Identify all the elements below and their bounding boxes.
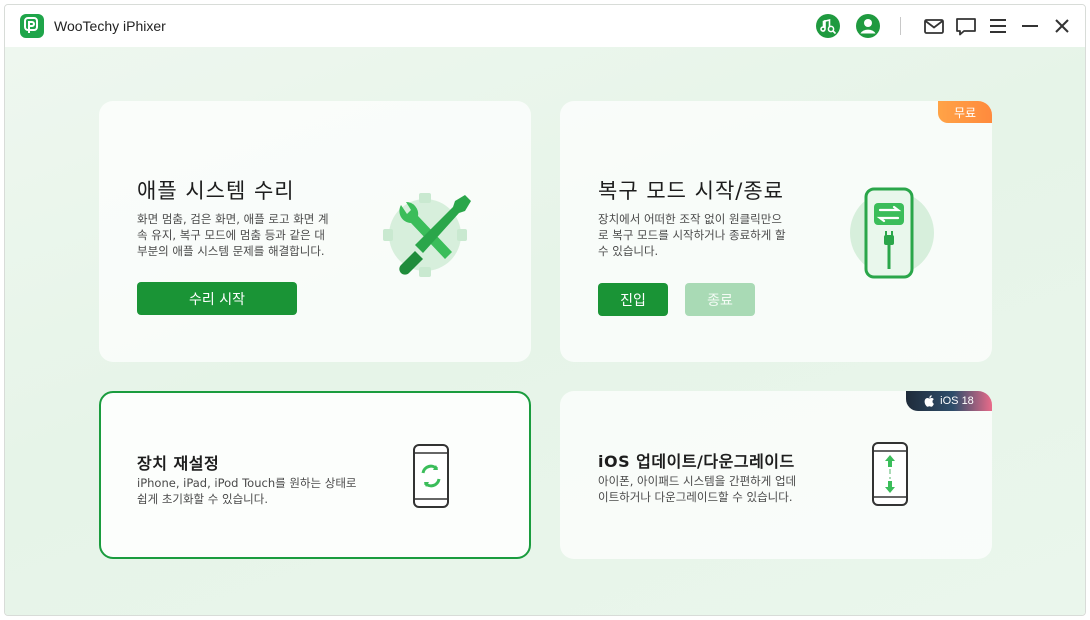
recovery-mode-card[interactable]: 무료 복구 모드 시작/종료 장치에서 어떠한 조작 없이 원클릭만으 로 복구… (560, 101, 992, 362)
desc-line: 로 복구 모드를 시작하거나 종료하게 할 (598, 228, 786, 242)
desc-line: 부분의 애플 시스템 문제를 해결합니다. (137, 244, 325, 258)
desc-line: 장치에서 어떠한 조작 없이 원클릭만으 (598, 212, 782, 226)
main-content: 애플 시스템 수리 화면 멈춤, 검은 화면, 애플 로고 화면 계 속 유지,… (5, 47, 1085, 615)
start-repair-button[interactable]: 수리 시작 (137, 282, 297, 315)
card-title: iOS 업데이트/다운그레이드 (598, 452, 795, 471)
phone-up-down-icon (872, 442, 908, 506)
card-title: 장치 재설정 (137, 454, 220, 473)
card-title: 애플 시스템 수리 (137, 179, 295, 203)
app-window: WooTechy iPhixer 애플 시스템 수리 화면 멈춤, 검은 화면,… (4, 4, 1086, 616)
phone-refresh-icon (413, 444, 449, 508)
card-description: 화면 멈춤, 검은 화면, 애플 로고 화면 계 속 유지, 복구 모드에 멈춤… (137, 211, 329, 259)
wrench-screwdriver-icon (383, 193, 471, 277)
desc-line: 속 유지, 복구 모드에 멈춤 등과 같은 대 (137, 228, 325, 242)
ios-update-card[interactable]: iOS 18 iOS 업데이트/다운그레이드 아이폰, 아이패드 시스템을 간편… (560, 391, 992, 559)
free-badge: 무료 (938, 101, 992, 123)
card-description: 아이폰, 아이패드 시스템을 간편하게 업데 이트하거나 다운그레이드할 수 있… (598, 473, 796, 505)
device-reset-card[interactable]: 장치 재설정 iPhone, iPad, iPod Touch를 원하는 상태로… (99, 391, 531, 559)
desc-line: 화면 멈춤, 검은 화면, 애플 로고 화면 계 (137, 212, 329, 226)
title-bar: WooTechy iPhixer (5, 5, 1085, 47)
app-title: WooTechy iPhixer (54, 18, 166, 34)
desc-line: 이트하거나 다운그레이드할 수 있습니다. (598, 490, 793, 504)
ios18-badge: iOS 18 (906, 391, 992, 411)
desc-line: iPhone, iPad, iPod Touch를 원하는 상태로 (137, 476, 357, 490)
exit-recovery-button[interactable]: 종료 (685, 283, 755, 316)
close-icon[interactable] (1049, 13, 1075, 39)
minimize-icon[interactable] (1017, 13, 1043, 39)
titlebar-separator (900, 17, 901, 35)
desc-line: 쉽게 초기화할 수 있습니다. (137, 492, 269, 506)
logo-icon (24, 17, 38, 33)
card-description: 장치에서 어떠한 조작 없이 원클릭만으 로 복구 모드를 시작하거나 종료하게… (598, 211, 786, 259)
desc-line: 아이폰, 아이패드 시스템을 간편하게 업데 (598, 474, 797, 488)
account-icon[interactable] (855, 13, 881, 39)
desc-line: 수 있습니다. (598, 244, 659, 258)
badge-label: iOS 18 (940, 395, 974, 407)
menu-icon[interactable] (985, 13, 1011, 39)
music-search-icon[interactable] (815, 13, 841, 39)
card-description: iPhone, iPad, iPod Touch를 원하는 상태로 쉽게 초기화… (137, 475, 357, 507)
system-repair-card[interactable]: 애플 시스템 수리 화면 멈춤, 검은 화면, 애플 로고 화면 계 속 유지,… (99, 101, 531, 362)
phone-switch-icon (850, 187, 934, 279)
mail-icon[interactable] (921, 13, 947, 39)
apple-icon (924, 395, 935, 407)
feedback-icon[interactable] (953, 13, 979, 39)
enter-recovery-button[interactable]: 진입 (598, 283, 668, 316)
card-title: 복구 모드 시작/종료 (598, 179, 784, 203)
app-logo (20, 14, 44, 38)
